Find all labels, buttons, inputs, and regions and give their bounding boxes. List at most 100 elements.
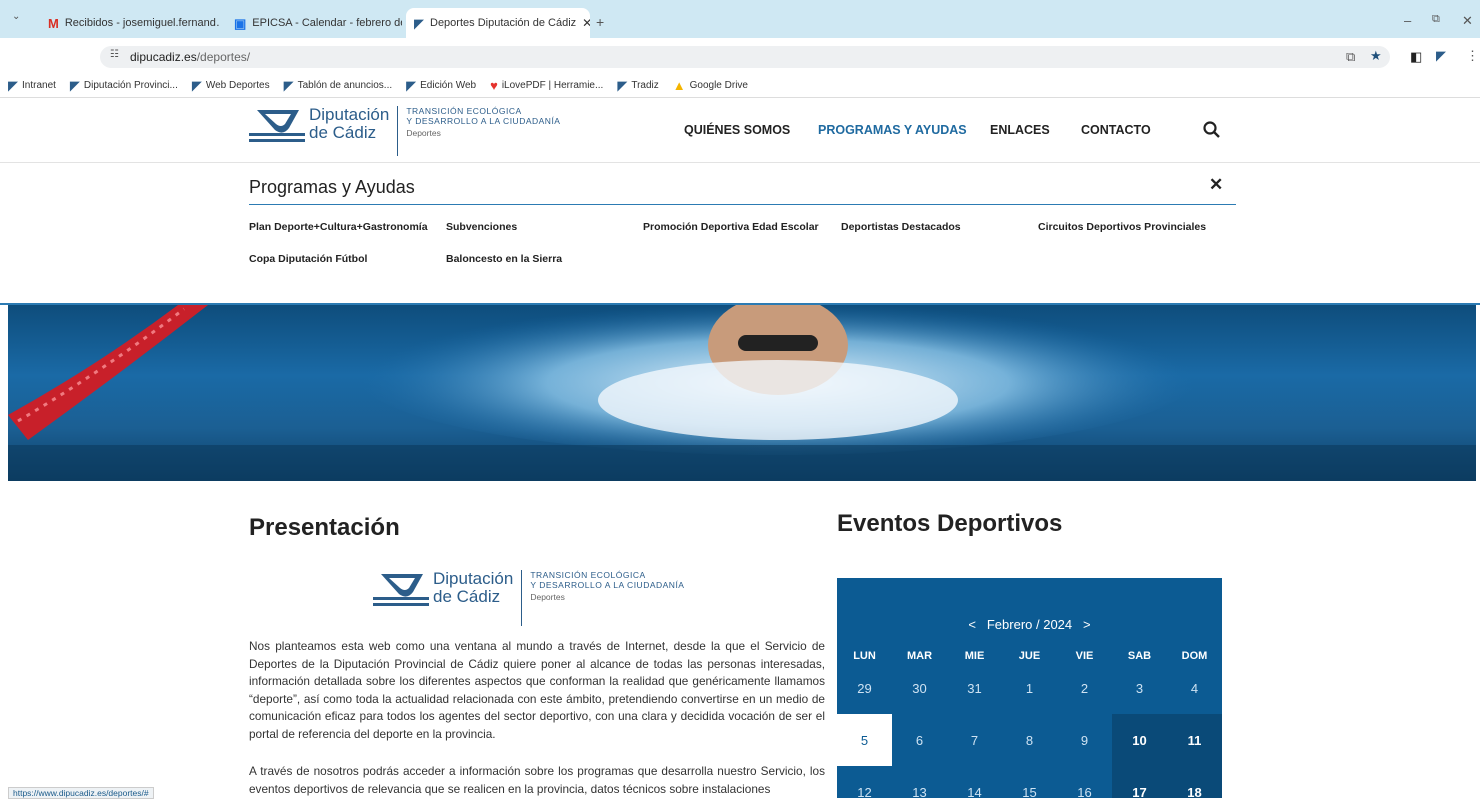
- search-icon[interactable]: [1203, 121, 1220, 138]
- bookmarks-bar: ◤ Intranet ◤ Diputación Provinci... ◤ Web D…: [0, 74, 1480, 98]
- google-drive-icon: ▲: [672, 78, 686, 93]
- calendar-day[interactable]: 11: [1167, 714, 1222, 766]
- diputacion-icon: ◤: [69, 78, 80, 93]
- calendar-day[interactable]: 13: [892, 766, 947, 799]
- calendar-day[interactable]: 16: [1057, 766, 1112, 799]
- calendar-day[interactable]: 12: [837, 766, 892, 799]
- calendar-day[interactable]: 9: [1057, 714, 1112, 766]
- close-tab-icon[interactable]: ✕: [582, 16, 590, 30]
- bookmark-star-icon[interactable]: ★: [1370, 49, 1382, 62]
- diputacion-logo-icon: [373, 574, 429, 606]
- diputacion-logo-icon: [249, 110, 305, 142]
- calendar-day[interactable]: 5: [837, 714, 892, 766]
- bookmark-label: Tablón de anuncios...: [297, 80, 393, 91]
- tab-deportes[interactable]: ◤ Deportes Diputación de Cádiz ✕: [406, 8, 590, 38]
- prev-month-button[interactable]: <: [968, 617, 976, 632]
- link-deportistas-destacados[interactable]: Deportistas Destacados: [841, 221, 961, 233]
- presentacion-paragraph-2: A través de nosotros podrás acceder a in…: [249, 764, 825, 796]
- calendar-day[interactable]: 29: [837, 662, 892, 714]
- events-calendar: < Febrero / 2024 > LUN MAR MIE JUE VIE SAB DOM…: [837, 578, 1222, 798]
- logo-name-line: Diputación: [309, 105, 390, 124]
- calendar-day[interactable]: 2: [1057, 662, 1112, 714]
- presentacion-paragraph-1: Nos planteamos esta web como una ventana…: [249, 639, 825, 741]
- bookmark-label: Diputación Provinci...: [83, 80, 178, 91]
- site-info-icon[interactable]: ☷: [110, 50, 119, 60]
- minimize-icon[interactable]: –: [1404, 14, 1411, 27]
- logo-divider: [397, 106, 399, 156]
- calendar-month-label: Febrero / 2024: [986, 617, 1073, 632]
- browser-tab-bar: ⌄ M Recibidos - josemiguel.fernand… ✕ ▣ …: [0, 0, 1480, 38]
- logo-name: Diputación de Cádiz: [433, 570, 513, 606]
- url-path: /deportes/: [196, 50, 251, 64]
- bookmark-google-drive[interactable]: ▲ Google Drive: [673, 79, 748, 92]
- logo-name-line: de Cádiz: [309, 123, 377, 142]
- tab-gmail[interactable]: M Recibidos - josemiguel.fernand… ✕: [40, 8, 220, 38]
- extension-icon[interactable]: ◤: [1436, 49, 1446, 62]
- calendar-day[interactable]: 15: [1002, 766, 1057, 799]
- bookmark-label: iLovePDF | Herramie...: [501, 80, 604, 91]
- dropdown-title: Programas y Ayudas: [249, 177, 415, 197]
- logo-name: Diputación de Cádiz: [309, 106, 389, 142]
- new-tab-icon[interactable]: +: [596, 15, 604, 29]
- logo-subtitle: TRANSICIÓN ECOLÓGICA Y DESARROLLO A LA C…: [406, 106, 560, 138]
- bookmark-tablon[interactable]: ◤ Tablón de anuncios...: [284, 79, 393, 92]
- dropdown-divider: [249, 204, 1236, 205]
- logo-name-line: de Cádiz: [433, 587, 501, 606]
- calendar-day[interactable]: 1: [1002, 662, 1057, 714]
- calendar-day[interactable]: 31: [947, 662, 1002, 714]
- bookmark-diputacion[interactable]: ◤ Diputación Provinci...: [70, 79, 178, 92]
- logo-subtitle-line: Y DESARROLLO A LA CIUDADANÍA: [530, 580, 685, 590]
- diputacion-icon: ◤: [617, 78, 628, 93]
- logo-dept: Deportes: [406, 128, 441, 138]
- programas-dropdown: Programas y Ayudas ✕ Plan Deporte+Cultur…: [0, 163, 1480, 305]
- menu-programas-ayudas[interactable]: PROGRAMAS Y AYUDAS: [818, 123, 967, 137]
- hero-illustration: [8, 305, 1476, 481]
- bookmark-intranet[interactable]: ◤ Intranet: [8, 79, 56, 92]
- heart-icon: ♥: [490, 78, 498, 93]
- url-field[interactable]: ☷ dipucadiz.es/deportes/: [100, 46, 1390, 68]
- calendar-day[interactable]: 7: [947, 714, 1002, 766]
- restore-icon[interactable]: ⧉: [1432, 14, 1440, 25]
- calendar-day[interactable]: 30: [892, 662, 947, 714]
- link-baloncesto-sierra[interactable]: Baloncesto en la Sierra: [446, 253, 562, 265]
- calendar-day[interactable]: 8: [1002, 714, 1057, 766]
- menu-enlaces[interactable]: ENLACES: [990, 123, 1050, 137]
- diputacion-icon: ◤: [414, 15, 424, 31]
- side-panel-icon[interactable]: ◧: [1410, 50, 1422, 63]
- calendar-day[interactable]: 3: [1112, 662, 1167, 714]
- calendar-day[interactable]: 4: [1167, 662, 1222, 714]
- close-window-icon[interactable]: ✕: [1462, 14, 1473, 27]
- diputacion-icon: ◤: [406, 78, 417, 93]
- site-logo[interactable]: Diputación de Cádiz TRANSICIÓN ECOLÓGICA …: [249, 106, 560, 156]
- logo-subtitle-line: Y DESARROLLO A LA CIUDADANÍA: [406, 116, 561, 126]
- calendar-day[interactable]: 18: [1167, 766, 1222, 798]
- bookmark-tradiz[interactable]: ◤ Tradiz: [617, 79, 658, 92]
- install-app-icon[interactable]: ⧉: [1346, 50, 1355, 63]
- menu-contacto[interactable]: CONTACTO: [1081, 123, 1151, 137]
- calendar-day[interactable]: 17: [1112, 766, 1167, 798]
- more-menu-icon[interactable]: ⋮: [1466, 49, 1479, 62]
- link-copa-diputacion[interactable]: Copa Diputación Fútbol: [249, 253, 367, 265]
- link-plan-deporte[interactable]: Plan Deporte+Cultura+Gastronomía: [249, 221, 428, 233]
- bookmark-edicion-web[interactable]: ◤ Edición Web: [406, 79, 476, 92]
- calendar-icon: ▣: [234, 15, 247, 31]
- bookmark-ilovepdf[interactable]: ♥ iLovePDF | Herramie...: [490, 79, 603, 92]
- close-icon[interactable]: ✕: [1209, 175, 1223, 195]
- next-month-button[interactable]: >: [1083, 617, 1091, 632]
- link-promocion-deportiva[interactable]: Promoción Deportiva Edad Escolar: [643, 221, 819, 233]
- link-circuitos-deportivos[interactable]: Circuitos Deportivos Provinciales: [1038, 221, 1206, 233]
- tab-calendar[interactable]: ▣ EPICSA - Calendar - febrero de ✕: [226, 8, 402, 38]
- tab-list-icon[interactable]: ⌄: [12, 12, 20, 22]
- bookmark-web-deportes[interactable]: ◤ Web Deportes: [192, 79, 270, 92]
- diputacion-icon: ◤: [283, 78, 294, 93]
- logo-divider: [521, 570, 523, 626]
- calendar-day[interactable]: 10: [1112, 714, 1167, 766]
- link-subvenciones[interactable]: Subvenciones: [446, 221, 517, 233]
- status-bar-url: https://www.dipucadiz.es/deportes/#: [8, 787, 154, 799]
- calendar-month-nav: < Febrero / 2024 >: [837, 617, 1222, 632]
- presentacion-logo: Diputación de Cádiz TRANSICIÓN ECOLÓGICA …: [373, 570, 684, 626]
- calendar-day[interactable]: 6: [892, 714, 947, 766]
- bookmark-label: Edición Web: [420, 80, 477, 91]
- menu-quienes-somos[interactable]: QUIÉNES SOMOS: [684, 123, 790, 137]
- calendar-day[interactable]: 14: [947, 766, 1002, 799]
